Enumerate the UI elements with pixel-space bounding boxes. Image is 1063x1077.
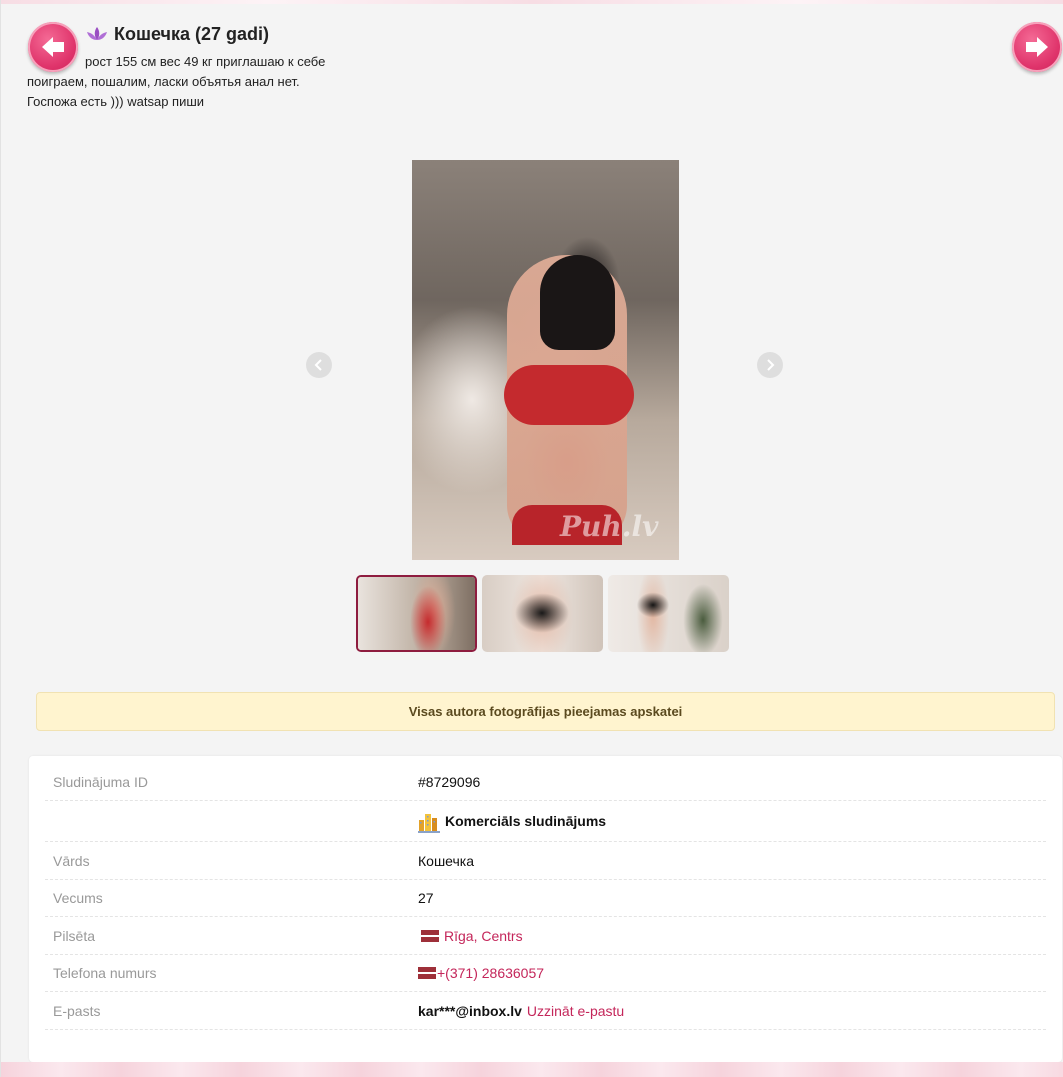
detail-row-city: Pilsēta Rīga, Centrs bbox=[45, 917, 1046, 955]
email-masked: kar***@inbox.lv bbox=[418, 1003, 522, 1019]
photo-garment-top bbox=[504, 365, 634, 425]
ad-details-card: Sludinājuma ID #8729096 Komerciāls sludi… bbox=[29, 756, 1062, 1062]
buildings-icon bbox=[418, 813, 440, 833]
detail-label: Telefona numurs bbox=[53, 965, 157, 981]
detail-label: E-pasts bbox=[53, 1003, 101, 1019]
photos-notice: Visas autora fotogrāfijas pieejamas apsk… bbox=[36, 692, 1055, 731]
gallery-next-button[interactable] bbox=[757, 352, 783, 378]
photo-hair bbox=[540, 255, 615, 350]
commercial-badge: Komerciāls sludinājums bbox=[418, 801, 606, 842]
detail-label: Pilsēta bbox=[53, 928, 96, 944]
detail-label: Sludinājuma ID bbox=[53, 774, 148, 790]
name-value: Кошечка bbox=[418, 853, 475, 869]
main-photo[interactable]: Puh.lv bbox=[412, 160, 679, 560]
photos-notice-text: Visas autora fotogrāfijas pieejamas apsk… bbox=[408, 704, 683, 719]
latvia-flag-icon bbox=[418, 967, 436, 979]
detail-label: Vecums bbox=[53, 890, 103, 906]
detail-row-phone: Telefona numurs +(371) 28636057 bbox=[45, 954, 1046, 992]
detail-row-email: E-pasts kar***@inbox.lv Uzzināt e-pastu bbox=[45, 992, 1046, 1030]
phone-value: +(371) 28636057 bbox=[418, 954, 544, 992]
email-value: kar***@inbox.lv Uzzināt e-pastu bbox=[418, 992, 624, 1030]
thumbnail-image bbox=[482, 575, 603, 652]
thumbnail-3[interactable] bbox=[608, 575, 729, 652]
ad-title-row: Кошечка (27 gadi) bbox=[86, 22, 269, 46]
detail-label: Vārds bbox=[53, 853, 90, 869]
bottom-decoration bbox=[1, 1062, 1063, 1077]
top-decoration bbox=[1, 0, 1063, 4]
ad-title: Кошечка (27 gadi) bbox=[114, 23, 270, 44]
phone-link[interactable]: +(371) 28636057 bbox=[437, 954, 544, 992]
detail-row-ad-id: Sludinājuma ID #8729096 bbox=[45, 763, 1046, 801]
commercial-label: Komerciāls sludinājums bbox=[445, 813, 607, 829]
detail-row-name: Vārds Кошечка bbox=[45, 842, 1046, 880]
chevron-right-icon bbox=[767, 359, 775, 371]
city-link[interactable]: Rīga, Centrs bbox=[444, 917, 523, 955]
thumbnail-2[interactable] bbox=[482, 575, 603, 652]
age-value: 27 bbox=[418, 890, 434, 906]
lotus-icon bbox=[87, 27, 107, 40]
latvia-flag-icon bbox=[421, 930, 439, 942]
detail-row-commercial: Komerciāls sludinājums bbox=[45, 801, 1046, 842]
reveal-email-link[interactable]: Uzzināt e-pastu bbox=[527, 992, 624, 1030]
thumbnail-1[interactable] bbox=[356, 575, 477, 652]
arrow-right-icon bbox=[1026, 37, 1048, 57]
chevron-left-icon bbox=[314, 359, 322, 371]
thumbnail-image bbox=[358, 577, 475, 650]
thumbnail-image bbox=[608, 575, 729, 652]
ad-id-value: #8729096 bbox=[418, 774, 481, 790]
photo-watermark: Puh.lv bbox=[560, 510, 659, 543]
city-value: Rīga, Centrs bbox=[418, 917, 523, 955]
detail-row-age: Vecums 27 bbox=[45, 879, 1046, 917]
gallery-prev-button[interactable] bbox=[306, 352, 332, 378]
page: Кошечка (27 gadi) рост 155 см вес 49 кг … bbox=[0, 0, 1063, 1077]
ad-description: рост 155 см вес 49 кг приглашаю к себе п… bbox=[27, 54, 326, 109]
next-ad-button[interactable] bbox=[1012, 22, 1062, 72]
